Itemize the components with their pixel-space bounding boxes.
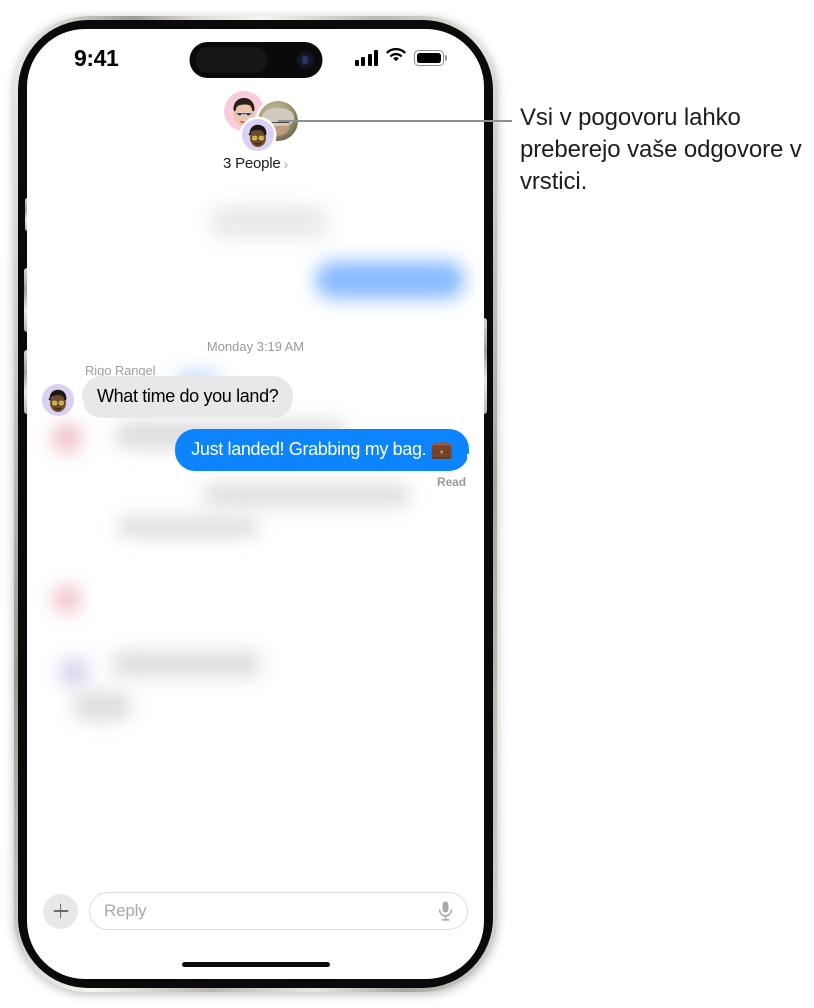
chat-header[interactable]: 3 People › — [27, 91, 484, 183]
incoming-avatar[interactable] — [42, 384, 74, 416]
dynamic-island — [189, 42, 322, 78]
dynamic-island-pill — [195, 47, 267, 73]
message-timestamp: Monday 3:19 AM — [206, 339, 305, 354]
ghost-bubble — [315, 261, 465, 299]
message-input-bar: Reply — [27, 883, 484, 939]
ghost-avatar — [53, 585, 81, 613]
participants-label: 3 People — [222, 155, 281, 172]
status-bar-time: 9:41 — [74, 45, 119, 71]
ghost-bubble — [209, 205, 329, 239]
avatar-memoji-lavender[interactable] — [241, 119, 274, 151]
participants-button[interactable]: 3 People › — [223, 155, 288, 172]
read-receipt-label: Read — [437, 475, 466, 489]
participant-avatar-cluster[interactable] — [206, 91, 306, 153]
status-bar-indicators — [354, 47, 447, 68]
wifi-icon — [386, 47, 406, 68]
battery-icon — [414, 50, 447, 66]
microphone-icon[interactable] — [437, 901, 454, 922]
reply-input[interactable]: Reply — [89, 892, 468, 930]
ghost-bubble — [117, 517, 259, 537]
ghost-bubble — [111, 651, 261, 677]
ghost-avatar — [52, 423, 82, 453]
outgoing-message-bubble[interactable]: Just landed! Grabbing my bag. 💼 — [175, 429, 478, 471]
phone-frame: 9:41 3 People › Monday 3:19 AM Rigo Rang… — [14, 16, 497, 992]
front-camera-icon — [296, 51, 314, 69]
message-thread[interactable]: Monday 3:19 AM Rigo Rangel What time do … — [27, 179, 484, 859]
ghost-avatar — [59, 657, 89, 687]
cellular-signal-icon — [354, 50, 378, 66]
incoming-message-bubble[interactable]: What time do you land? — [73, 376, 294, 418]
home-indicator[interactable] — [181, 962, 330, 967]
phone-screen: 9:41 3 People › Monday 3:19 AM Rigo Rang… — [27, 29, 484, 979]
reply-placeholder: Reply — [104, 901, 147, 920]
ghost-bubble — [73, 691, 131, 721]
ghost-bubble — [203, 484, 411, 506]
chevron-right-icon: › — [283, 155, 289, 172]
callout-text: Vsi v pogovoru lahko preberejo vaše odgo… — [520, 104, 802, 195]
screenshot-root: 9:41 3 People › Monday 3:19 AM Rigo Rang… — [0, 0, 814, 1008]
status-bar: 9:41 — [27, 29, 484, 91]
add-attachment-button[interactable] — [43, 893, 78, 929]
callout-leader-line — [278, 120, 512, 122]
